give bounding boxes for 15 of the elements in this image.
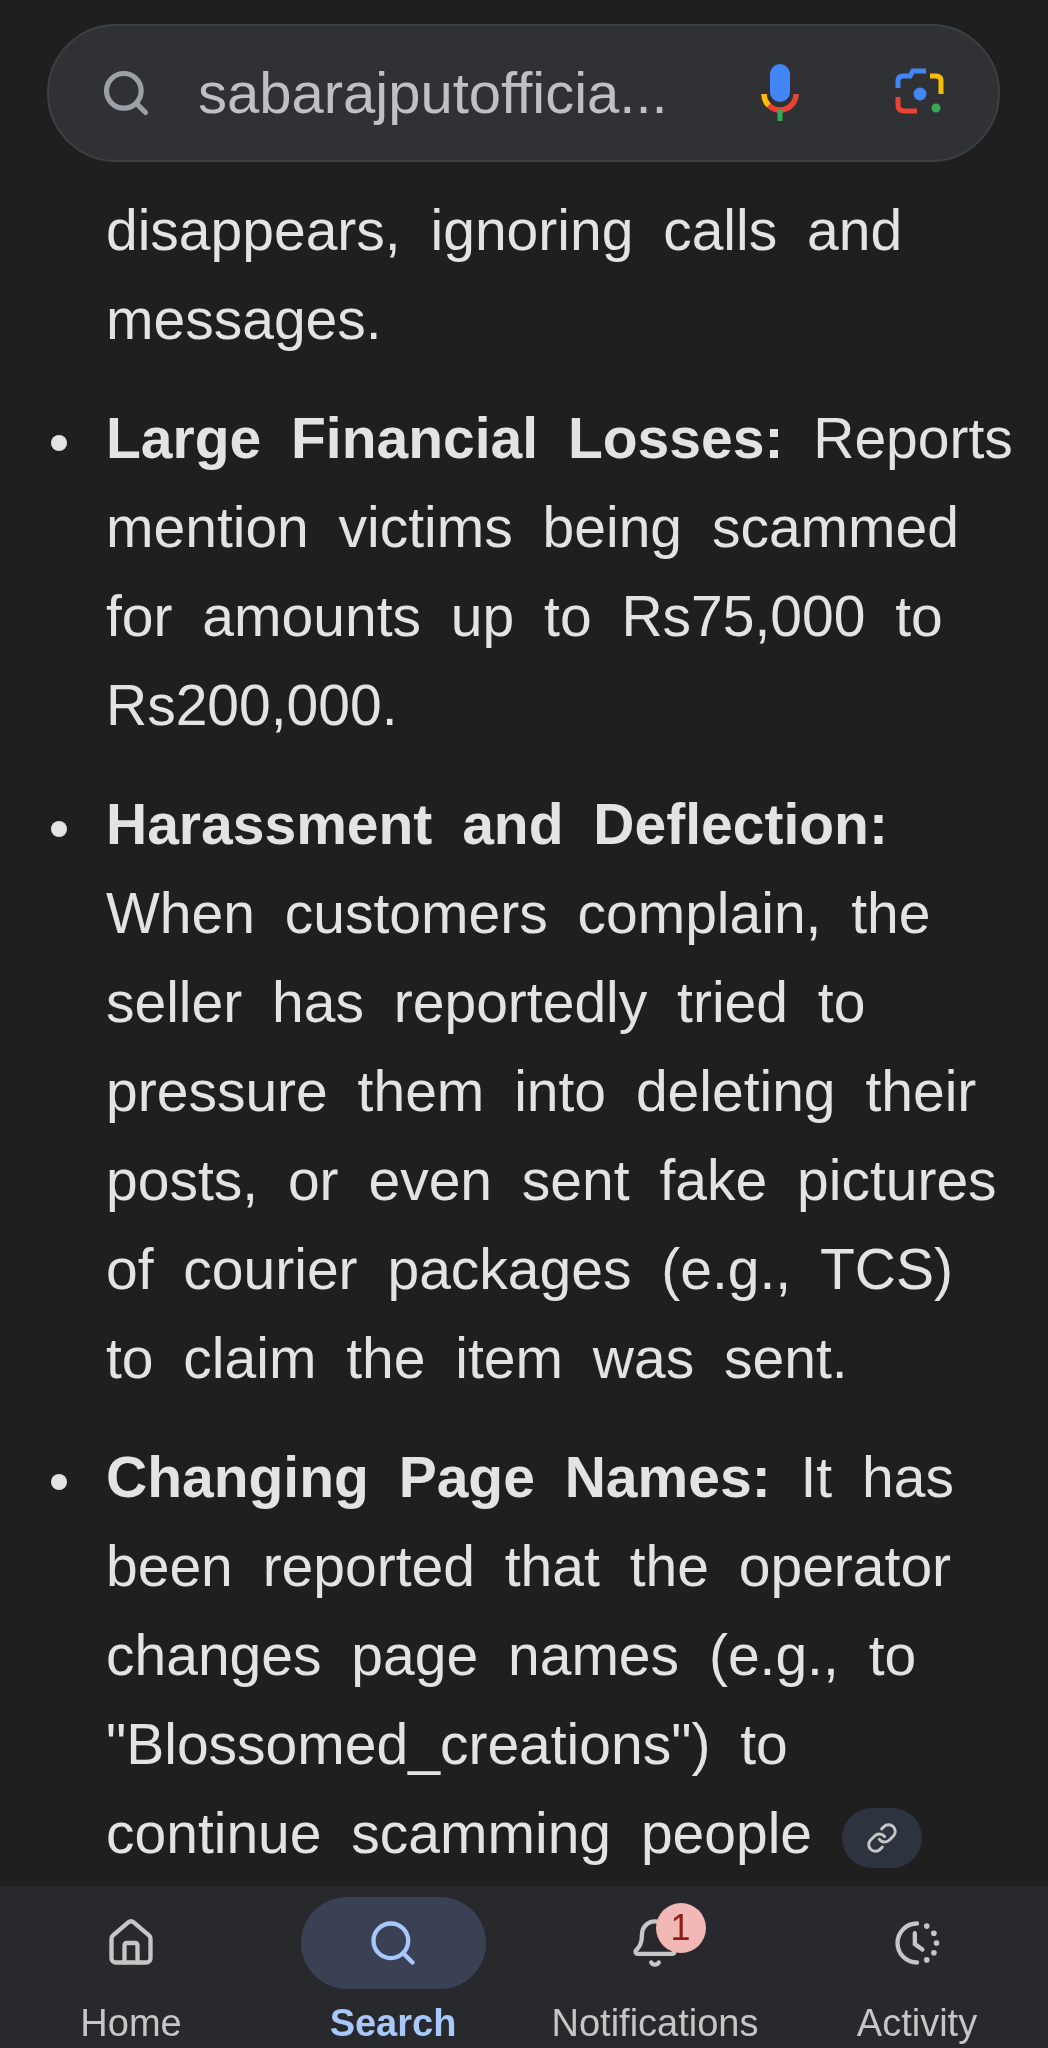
bullet-text: Changing Page Names: It has been reported that the operator changes page names (e.g., to "Blossomed_creations") to continue scamming people xyxy=(106,1433,1022,1878)
bullet-text: Large Financial Losses: Reports mention victims being scammed for amounts up to Rs75,000 to Rs200,000. xyxy=(106,405,1014,739)
nav-tab[interactable]: Activity xyxy=(786,1886,1048,2048)
notification-badge: 1 xyxy=(655,1903,706,1953)
search-field[interactable]: sabarajputofficia... xyxy=(47,24,1000,162)
microphone-icon[interactable] xyxy=(760,64,800,122)
bullet-icon xyxy=(51,435,67,451)
link-icon xyxy=(866,1821,899,1854)
nav-tab[interactable]: Search xyxy=(262,1886,524,2048)
nav-tab[interactable]: 1 Notifications xyxy=(524,1886,786,2048)
answer-text: disappears, ignoring calls and messages. xyxy=(106,197,904,353)
nav-tab[interactable]: Home xyxy=(0,1886,262,2048)
bullet-icon xyxy=(51,1474,67,1490)
bullet-icon xyxy=(51,821,67,837)
bullet-text: Harassment and Deflection: When customers complain, the seller has reportedly tried to pressure them into deleting their posts, or even sent fake pictures of courier packages (e.g., TCS) to claim the item was sent. xyxy=(106,791,998,1392)
